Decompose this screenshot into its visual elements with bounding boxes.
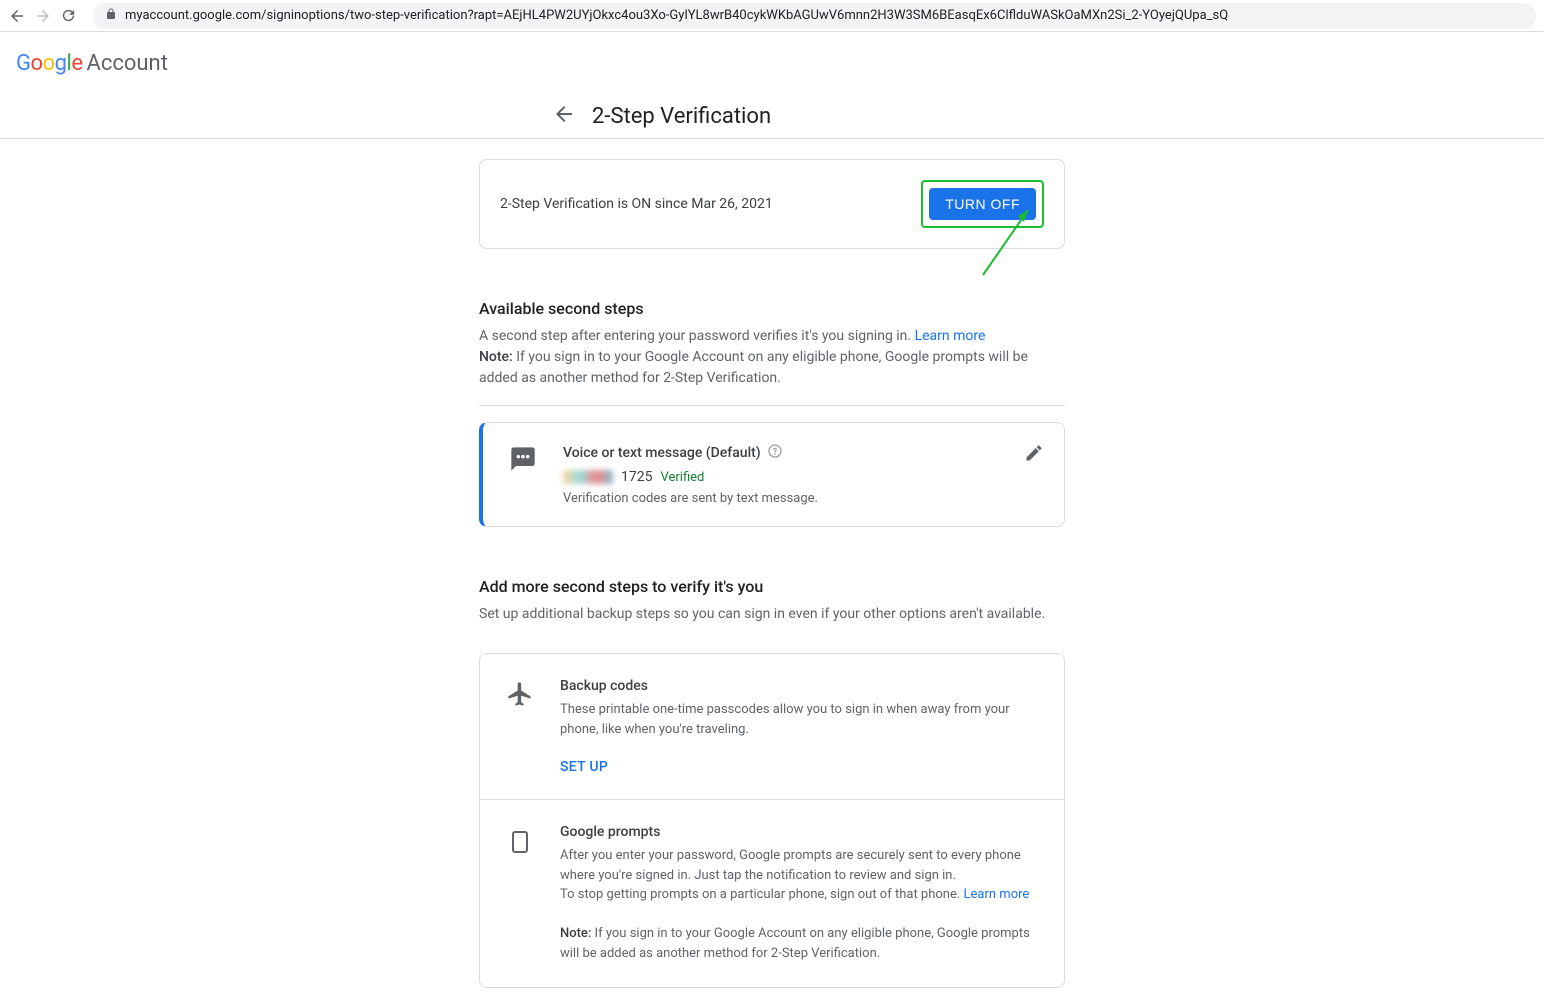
method-value-row: 1725 Verified: [563, 469, 1000, 485]
lock-icon: [105, 8, 117, 24]
page-title: 2-Step Verification: [592, 104, 771, 129]
setup-button[interactable]: SET UP: [560, 759, 1040, 775]
backup-codes-item: Backup codes These printable one-time pa…: [480, 654, 1064, 800]
method-note: Verification codes are sent by text mess…: [563, 491, 1000, 506]
add-more-desc: Set up additional backup steps so you ca…: [479, 604, 1065, 625]
page-title-row: 2-Step Verification: [0, 94, 1544, 139]
method-card: Voice or text message (Default) 1725 Ver…: [479, 422, 1065, 527]
app-header: Google Account: [0, 32, 1544, 94]
prompts-title: Google prompts: [560, 824, 1040, 840]
backup-title: Backup codes: [560, 678, 1040, 694]
browser-toolbar: myaccount.google.com/signinoptions/two-s…: [0, 0, 1544, 32]
available-section: Available second steps A second step aft…: [479, 299, 1065, 527]
back-icon[interactable]: [8, 7, 26, 25]
google-logo: Google: [16, 51, 82, 76]
turn-off-button[interactable]: TURN OFF: [929, 188, 1036, 220]
add-more-section: Add more second steps to verify it's you…: [479, 577, 1065, 988]
backup-desc: These printable one-time passcodes allow…: [560, 700, 1040, 739]
available-desc: A second step after entering your passwo…: [479, 326, 1065, 389]
forward-icon[interactable]: [34, 7, 52, 25]
prompts-desc: After you enter your password, Google pr…: [560, 846, 1040, 963]
phone-suffix: 1725: [621, 469, 652, 485]
sms-icon: [507, 443, 539, 473]
address-bar[interactable]: myaccount.google.com/signinoptions/two-s…: [93, 3, 1536, 29]
verified-badge: Verified: [660, 470, 704, 485]
help-icon[interactable]: [767, 443, 783, 463]
note-label: Note:: [479, 349, 513, 365]
back-arrow-icon[interactable]: [552, 102, 576, 130]
more-steps-card: Backup codes These printable one-time pa…: [479, 653, 1065, 988]
learn-more-link[interactable]: Learn more: [915, 328, 986, 344]
available-title: Available second steps: [479, 299, 1065, 318]
status-text: 2-Step Verification is ON since Mar 26, …: [500, 196, 773, 212]
phone-icon: [504, 824, 536, 858]
account-label: Account: [86, 51, 167, 76]
method-title: Voice or text message (Default): [563, 443, 1000, 463]
reload-icon[interactable]: [60, 7, 77, 24]
google-prompts-item: Google prompts After you enter your pass…: [480, 800, 1064, 987]
divider: [479, 405, 1065, 406]
prompts-learn-more-link[interactable]: Learn more: [964, 887, 1030, 902]
edit-icon[interactable]: [1024, 443, 1044, 467]
phone-blurred: [563, 470, 613, 484]
prompts-note-label: Note:: [560, 926, 591, 941]
status-card: 2-Step Verification is ON since Mar 26, …: [479, 159, 1065, 249]
url-text: myaccount.google.com/signinoptions/two-s…: [125, 8, 1228, 23]
annotation-highlight: TURN OFF: [921, 180, 1044, 228]
airplane-icon: [504, 678, 536, 708]
add-more-title: Add more second steps to verify it's you: [479, 577, 1065, 596]
content-column: 2-Step Verification is ON since Mar 26, …: [479, 139, 1065, 988]
